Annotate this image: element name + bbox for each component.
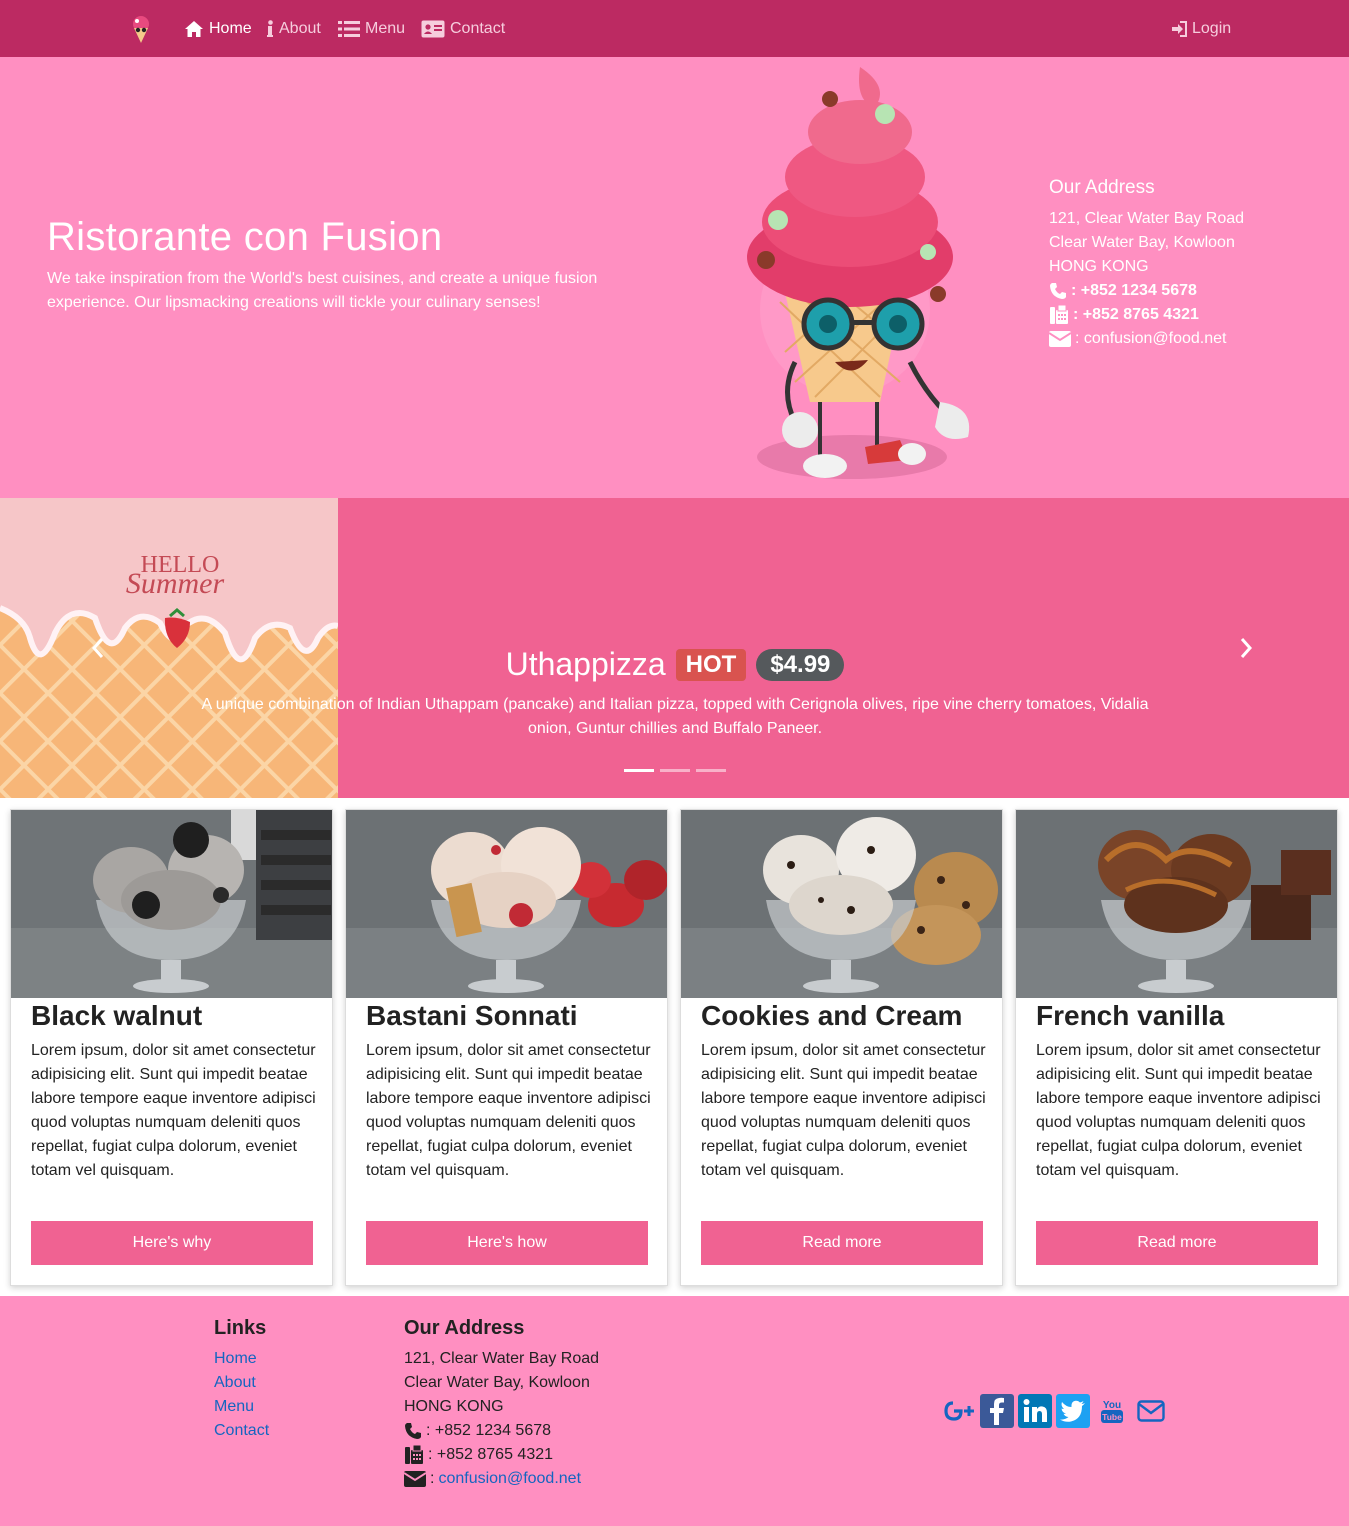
envelope-icon [1049,331,1071,347]
jumbo-phone: : +852 1234 5678 [1071,282,1197,299]
footer: Links Home About Menu Contact Our Addres… [0,1296,1349,1526]
jumbo-address-line3: HONG KONG [1049,258,1149,275]
info-icon [267,20,273,37]
carousel-indicator[interactable] [660,769,690,772]
restaurant-tagline: We take inspiration from the World's bes… [47,270,598,311]
address-card-icon [421,20,445,38]
twitter-icon[interactable] [1056,1394,1090,1428]
phone-icon [405,1423,421,1439]
carousel-dish-title: Uthappizza [505,646,666,682]
product-card: Bastani Sonnati Lorem ipsum, dolor sit a… [345,809,668,1286]
footer-address: 121, Clear Water Bay Road Clear Water Ba… [404,1347,599,1491]
product-card: French vanilla Lorem ipsum, dolor sit am… [1015,809,1338,1286]
nav-menu-label: Menu [365,20,406,37]
svg-text:You: You [1103,1400,1121,1411]
price-badge: $4.99 [756,648,845,681]
carousel-prev-icon[interactable] [88,636,108,660]
navbar: Home About Menu Contact Login [0,0,1349,57]
nav-login-label: Login [1192,20,1232,37]
footer-email-prefix: : [430,1470,435,1487]
home-icon [185,21,203,37]
carousel: HELLO Summer Uthappizza HOT $4.99 A uniq… [0,498,1349,798]
youtube-icon[interactable]: You Tube [1095,1394,1129,1428]
jumbo-fax: : +852 8765 4321 [1073,306,1199,323]
read-more-button[interactable]: Read more [1036,1221,1318,1265]
footer-link-contact[interactable]: Contact [214,1422,269,1439]
product-card: Black walnut Lorem ipsum, dolor sit amet… [10,809,333,1286]
summer-image-text: Summer [126,567,225,600]
google-plus-icon[interactable] [942,1394,976,1428]
footer-phone: : +852 1234 5678 [426,1422,552,1439]
envelope-icon [404,1471,426,1487]
footer-links-heading: Links [214,1317,267,1339]
heres-why-button[interactable]: Here's why [31,1221,313,1265]
bastani-sonnati-ice-cream-image [346,810,667,998]
carousel-indicator[interactable] [696,769,726,772]
black-walnut-ice-cream-image [11,810,332,998]
linkedin-icon[interactable] [1018,1394,1052,1428]
logo-icon[interactable] [124,12,158,46]
cookies-and-cream-ice-cream-image [681,810,1002,998]
footer-links: Home About Menu Contact [214,1347,269,1443]
footer-link-menu[interactable]: Menu [214,1398,254,1415]
read-more-button[interactable]: Read more [701,1221,983,1265]
card-title: Bastani Sonnati [366,1000,578,1031]
card-title: French vanilla [1036,1000,1225,1031]
jumbo-address-line1: 121, Clear Water Bay Road [1049,210,1245,227]
footer-address-line1: 121, Clear Water Bay Road [404,1350,600,1367]
jumbo-address: 121, Clear Water Bay Road Clear Water Ba… [1049,207,1244,351]
sign-in-icon [1172,21,1187,37]
heres-how-button[interactable]: Here's how [366,1221,648,1265]
jumbotron: Ristorante con Fusion We take inspiratio… [0,57,1349,498]
footer-address-heading: Our Address [404,1317,525,1339]
svg-text:Tube: Tube [1102,1412,1122,1422]
fax-icon [1050,305,1068,324]
carousel-caption: Uthappizza HOT $4.99 A unique combinatio… [200,646,1150,741]
footer-email-link[interactable]: confusion@food.net [438,1467,581,1491]
card-text: Lorem ipsum, dolor sit amet consectetur … [1036,1042,1321,1179]
footer-link-home[interactable]: Home [214,1350,257,1367]
nav-home-label: Home [209,20,252,37]
card-text: Lorem ipsum, dolor sit amet consectetur … [366,1042,651,1179]
jumbo-email[interactable]: : confusion@food.net [1075,327,1226,351]
nav-contact-label: Contact [450,20,506,37]
hot-badge: HOT [675,648,747,681]
restaurant-title: Ristorante con Fusion [47,215,443,259]
footer-address-line2: Clear Water Bay, Kowloon [404,1374,590,1391]
fax-icon [405,1445,423,1464]
footer-link-about[interactable]: About [214,1374,256,1391]
facebook-icon[interactable] [980,1394,1014,1428]
jumbo-address-heading: Our Address [1049,177,1155,198]
nav-contact[interactable]: Contact [421,17,505,41]
card-title: Cookies and Cream [701,1000,963,1031]
phone-icon [1050,283,1066,299]
product-card: Cookies and Cream Lorem ipsum, dolor sit… [680,809,1003,1286]
jumbo-address-line2: Clear Water Bay, Kowloon [1049,234,1235,251]
ice-cream-mascot-image [747,67,970,479]
carousel-indicator[interactable] [624,769,654,772]
nav-login[interactable]: Login [1171,17,1231,41]
footer-address-line3: HONG KONG [404,1398,504,1415]
card-text: Lorem ipsum, dolor sit amet consectetur … [701,1042,986,1179]
card-text: Lorem ipsum, dolor sit amet consectetur … [31,1042,316,1179]
carousel-dish-description: A unique combination of Indian Uthappam … [201,696,1149,737]
nav-menu[interactable]: Menu [338,17,405,41]
nav-about-label: About [279,20,321,37]
carousel-next-icon[interactable] [1236,636,1256,660]
nav-about[interactable]: About [266,17,321,41]
list-icon [338,21,360,37]
nav-home[interactable]: Home [184,17,252,41]
mail-icon[interactable] [1134,1394,1168,1428]
footer-fax: : +852 8765 4321 [428,1446,554,1463]
french-vanilla-ice-cream-image [1016,810,1337,998]
card-title: Black walnut [31,1000,203,1031]
